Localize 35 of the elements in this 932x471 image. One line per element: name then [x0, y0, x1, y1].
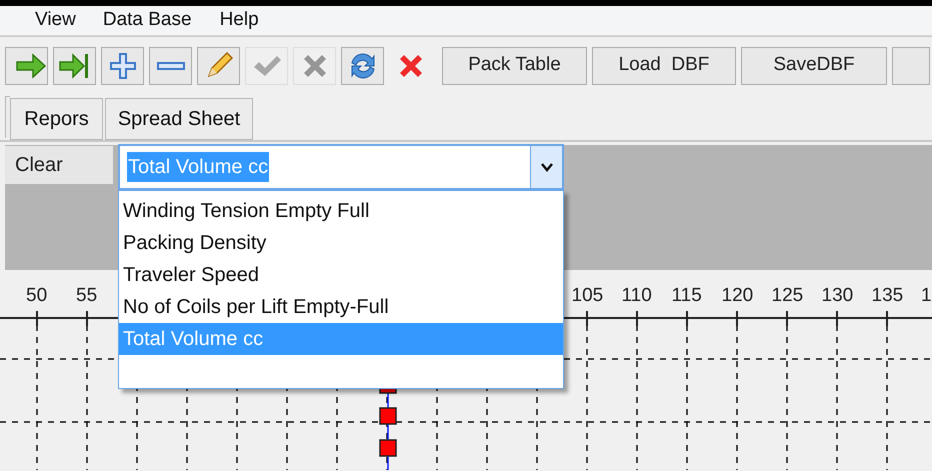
- toolbar-button[interactable]: Pack Table: [442, 46, 587, 84]
- dropdown-option[interactable]: Packing Density: [119, 227, 563, 259]
- chevron-down-icon: [540, 162, 552, 172]
- toolbar-button[interactable]: [197, 46, 240, 84]
- axis-label: 130: [822, 284, 854, 308]
- toolbar-button[interactable]: [5, 46, 48, 84]
- menu-item[interactable]: Data Base: [102, 6, 192, 35]
- axis-label: 110: [622, 284, 652, 308]
- axis-label: 125: [772, 284, 804, 308]
- toolbar-button[interactable]: [149, 46, 192, 84]
- clear-button[interactable]: Clear: [5, 146, 113, 184]
- toolbar-button[interactable]: [53, 46, 96, 84]
- axis-label: 135: [872, 284, 904, 308]
- axis-label: 105: [572, 284, 604, 308]
- menu-item[interactable]: View: [35, 6, 76, 35]
- tab[interactable]: Spread Sheet: [105, 98, 253, 140]
- axis-label: 115: [672, 284, 702, 308]
- combo-value: Total Volume cc: [127, 152, 270, 182]
- arrow-to-bar-icon: [58, 52, 90, 80]
- menu-item[interactable]: Help: [220, 6, 259, 35]
- axis-label: 50: [26, 284, 48, 308]
- tab[interactable]: Repors: [10, 98, 103, 140]
- toolbar-button[interactable]: [101, 46, 144, 84]
- toolbar-button[interactable]: SaveDBF: [741, 46, 887, 84]
- toolbar-button[interactable]: [341, 46, 384, 84]
- toolbar-button[interactable]: Load DBF: [592, 46, 736, 84]
- axis-label: 55: [76, 284, 98, 308]
- axis-label: 120: [722, 284, 754, 308]
- minus-icon: [156, 62, 184, 70]
- dropdown-button[interactable]: [530, 146, 562, 188]
- dropdown-option[interactable]: Traveler Speed: [119, 259, 563, 291]
- dropdown-option[interactable]: No of Coils per Lift Empty-Full: [119, 291, 563, 323]
- axis-label: 1: [921, 284, 932, 308]
- arrow-right-icon: [15, 52, 47, 80]
- dropdown-option[interactable]: Winding Tension Empty Full: [119, 195, 563, 227]
